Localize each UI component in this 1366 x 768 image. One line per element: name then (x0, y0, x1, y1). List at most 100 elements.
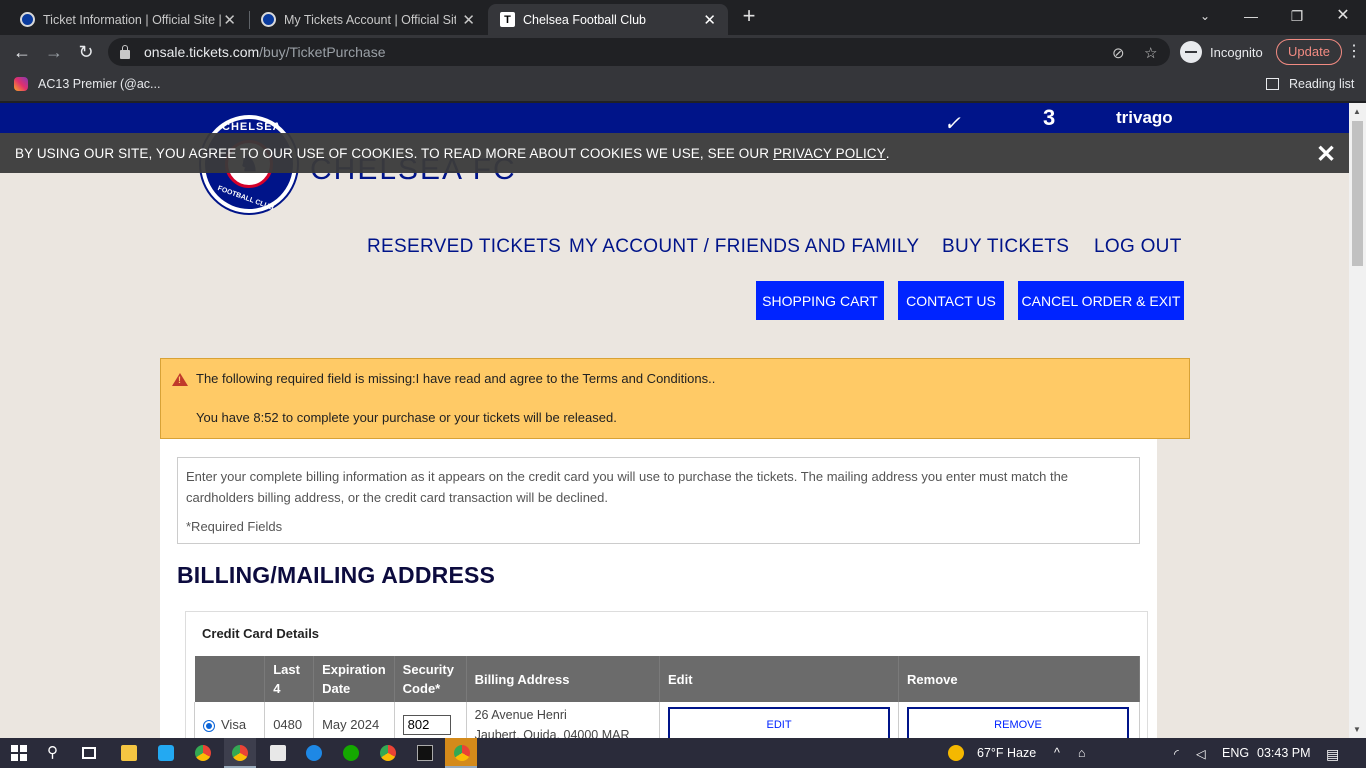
card-type-label: Visa (221, 717, 247, 733)
scroll-down-icon[interactable]: ▼ (1353, 725, 1361, 734)
tab-ticket-information[interactable]: Ticket Information | Official Site | ✕ (8, 4, 248, 35)
edit-card-button[interactable]: EDIT (668, 706, 891, 738)
clock[interactable]: 03:43 PM (1257, 746, 1311, 760)
billing-section-title: BILLING/MAILING ADDRESS (177, 562, 496, 588)
speaker-icon[interactable]: ◁ (1196, 746, 1206, 761)
close-tab-icon[interactable]: ✕ (462, 11, 475, 29)
cancel-order-exit-button[interactable]: CANCEL ORDER & EXIT (1018, 281, 1184, 320)
language-indicator[interactable]: ENG (1222, 746, 1249, 760)
column-header-expiration: Expiration Date (313, 656, 395, 702)
bookmark-label: AC13 Premier (@ac... (38, 77, 161, 91)
address-line1: 26 Avenue Henri (474, 707, 567, 722)
nav-reserved-tickets[interactable]: RESERVED TICKETS (367, 236, 561, 258)
scrollbar-thumb[interactable] (1352, 121, 1363, 266)
remove-card-button[interactable]: REMOVE (907, 706, 1130, 738)
terminal-icon[interactable] (417, 745, 433, 761)
back-button[interactable]: ← (10, 41, 34, 63)
chelsea-favicon-icon (20, 12, 35, 27)
browser-menu-icon[interactable]: ⋮ (1346, 41, 1362, 61)
privacy-policy-link[interactable]: PRIVACY POLICY (773, 146, 886, 161)
vscode-icon[interactable] (158, 745, 174, 761)
upwork-icon[interactable] (343, 745, 359, 761)
task-view-icon[interactable] (82, 747, 96, 759)
three-logo-icon[interactable]: 3 (1043, 105, 1055, 131)
page-scrollbar[interactable]: ▲ ▼ (1349, 103, 1366, 738)
url-text[interactable]: onsale.tickets.com/buy/TicketPurchase (144, 44, 386, 60)
update-button[interactable]: Update (1276, 39, 1342, 65)
minimize-button[interactable]: — (1228, 2, 1274, 30)
restore-button[interactable]: ❐ (1274, 2, 1320, 30)
bookmarks-bar: AC13 Premier (@ac... Reading list (0, 69, 1366, 102)
contact-us-button[interactable]: CONTACT US (898, 281, 1004, 320)
scroll-up-icon[interactable]: ▲ (1353, 107, 1361, 116)
security-code-input[interactable] (402, 714, 451, 735)
chrome-profile-icon[interactable] (380, 745, 396, 761)
tab-chelsea-football-club[interactable]: T Chelsea Football Club ✕ (488, 4, 728, 35)
forward-button[interactable]: → (42, 41, 66, 63)
card-type-cell[interactable]: Visa (193, 702, 266, 738)
credit-card-table: Last 4 Expiration Date Security Code* Billi… (193, 656, 1140, 738)
close-tab-icon[interactable]: ✕ (703, 11, 716, 29)
column-header-security-code: Security Code* (394, 656, 467, 702)
billing-instructions: Enter your complete billing information … (186, 469, 1069, 505)
tab-search-icon[interactable]: ⌄ (1182, 2, 1228, 30)
windows-start-icon[interactable] (11, 745, 27, 761)
chrome-incognito-icon[interactable] (232, 745, 248, 761)
cookie-suffix: . (885, 145, 890, 161)
weather-icon[interactable] (948, 745, 964, 761)
lock-icon[interactable] (120, 44, 130, 59)
warning-icon (172, 373, 188, 386)
shopping-cart-button[interactable]: SHOPPING CART (756, 281, 884, 320)
address-line2: Jaubert, Ouida, 04000 MAR (474, 727, 630, 738)
file-explorer-icon[interactable] (121, 745, 137, 761)
address-bar[interactable]: onsale.tickets.com/buy/TicketPurchase ⊘ … (108, 38, 1170, 66)
bookmark-ac13-premier[interactable]: AC13 Premier (@ac... (14, 77, 160, 91)
close-tab-icon[interactable]: ✕ (223, 11, 236, 29)
browser-toolbar: ← → ↻ onsale.tickets.com/buy/TicketPurch… (0, 35, 1366, 69)
instagram-icon (14, 77, 28, 91)
cookie-banner: BY USING OUR SITE, YOU AGREE TO OUR USE … (0, 133, 1349, 173)
billing-info-box: Enter your complete billing information … (177, 457, 1140, 544)
wifi-icon[interactable]: ◜ (1174, 746, 1179, 761)
reload-button[interactable]: ↻ (74, 41, 98, 63)
new-tab-button[interactable]: + (738, 5, 760, 27)
close-window-button[interactable]: ✕ (1320, 2, 1366, 30)
search-icon[interactable]: ⚲ (47, 743, 63, 761)
bookmark-star-icon[interactable]: ☆ (1144, 44, 1157, 62)
remove-cell: REMOVE (898, 702, 1140, 738)
weather-text[interactable]: 67°F Haze (977, 746, 1036, 760)
teamviewer-icon[interactable] (306, 745, 322, 761)
cookie-text: BY USING OUR SITE, YOU AGREE TO OUR USE … (15, 145, 770, 161)
credit-card-details-panel: Credit Card Details Last 4 Expiration Date… (185, 611, 1148, 738)
cookie-close-icon[interactable]: ✕ (1316, 140, 1336, 169)
chelsea-favicon-icon (261, 12, 276, 27)
notepad-icon[interactable] (270, 745, 286, 761)
table-header-row: Last 4 Expiration Date Security Code* Billi… (194, 656, 1140, 702)
security-code-cell (394, 702, 467, 738)
last4-cell: 0480 (264, 702, 315, 738)
page-viewport: ✓ 3 trivago ♞ CHELSEA FOOTBALL CLUB CHEL… (0, 103, 1366, 738)
purchase-timer-message: You have 8:52 to complete your purchase … (196, 410, 617, 425)
incognito-indicator[interactable]: Incognito (1180, 41, 1263, 63)
nav-log-out[interactable]: LOG OUT (1094, 236, 1182, 258)
card-select-radio[interactable] (203, 719, 215, 732)
trivago-logo[interactable]: trivago (1116, 108, 1173, 128)
network-icon[interactable]: ⌂ (1078, 746, 1086, 760)
windows-taskbar: ⚲ 67°F Haze ^ ⌂ ◜ ◁ ENG 03:43 PM ▤ (0, 738, 1366, 768)
chrome-alert-icon[interactable] (454, 745, 470, 761)
notifications-icon[interactable]: ▤ (1326, 746, 1339, 763)
table-row: Visa 0480 May 2024 26 Avenue Henri Jauber… (193, 702, 1140, 738)
chevron-up-icon[interactable]: ^ (1054, 746, 1060, 760)
tracking-eye-off-icon[interactable]: ⊘ (1112, 44, 1125, 62)
tickets-favicon-icon: T (500, 12, 515, 27)
checkout-content: Enter your complete billing information … (160, 439, 1157, 738)
chrome-icon[interactable] (195, 745, 211, 761)
nav-my-account[interactable]: MY ACCOUNT / FRIENDS AND FAMILY (569, 236, 919, 258)
credit-card-title: Credit Card Details (202, 626, 320, 641)
billing-address-cell: 26 Avenue Henri Jaubert, Ouida, 04000 MAR (466, 702, 661, 738)
nav-buy-tickets[interactable]: BUY TICKETS (942, 236, 1069, 258)
tab-my-tickets-account[interactable]: My Tickets Account | Official Site ✕ (249, 4, 487, 35)
column-header-remove: Remove (898, 656, 1140, 702)
reading-list-button[interactable]: Reading list (1266, 77, 1354, 91)
column-header-billing-address: Billing Address (466, 656, 661, 702)
